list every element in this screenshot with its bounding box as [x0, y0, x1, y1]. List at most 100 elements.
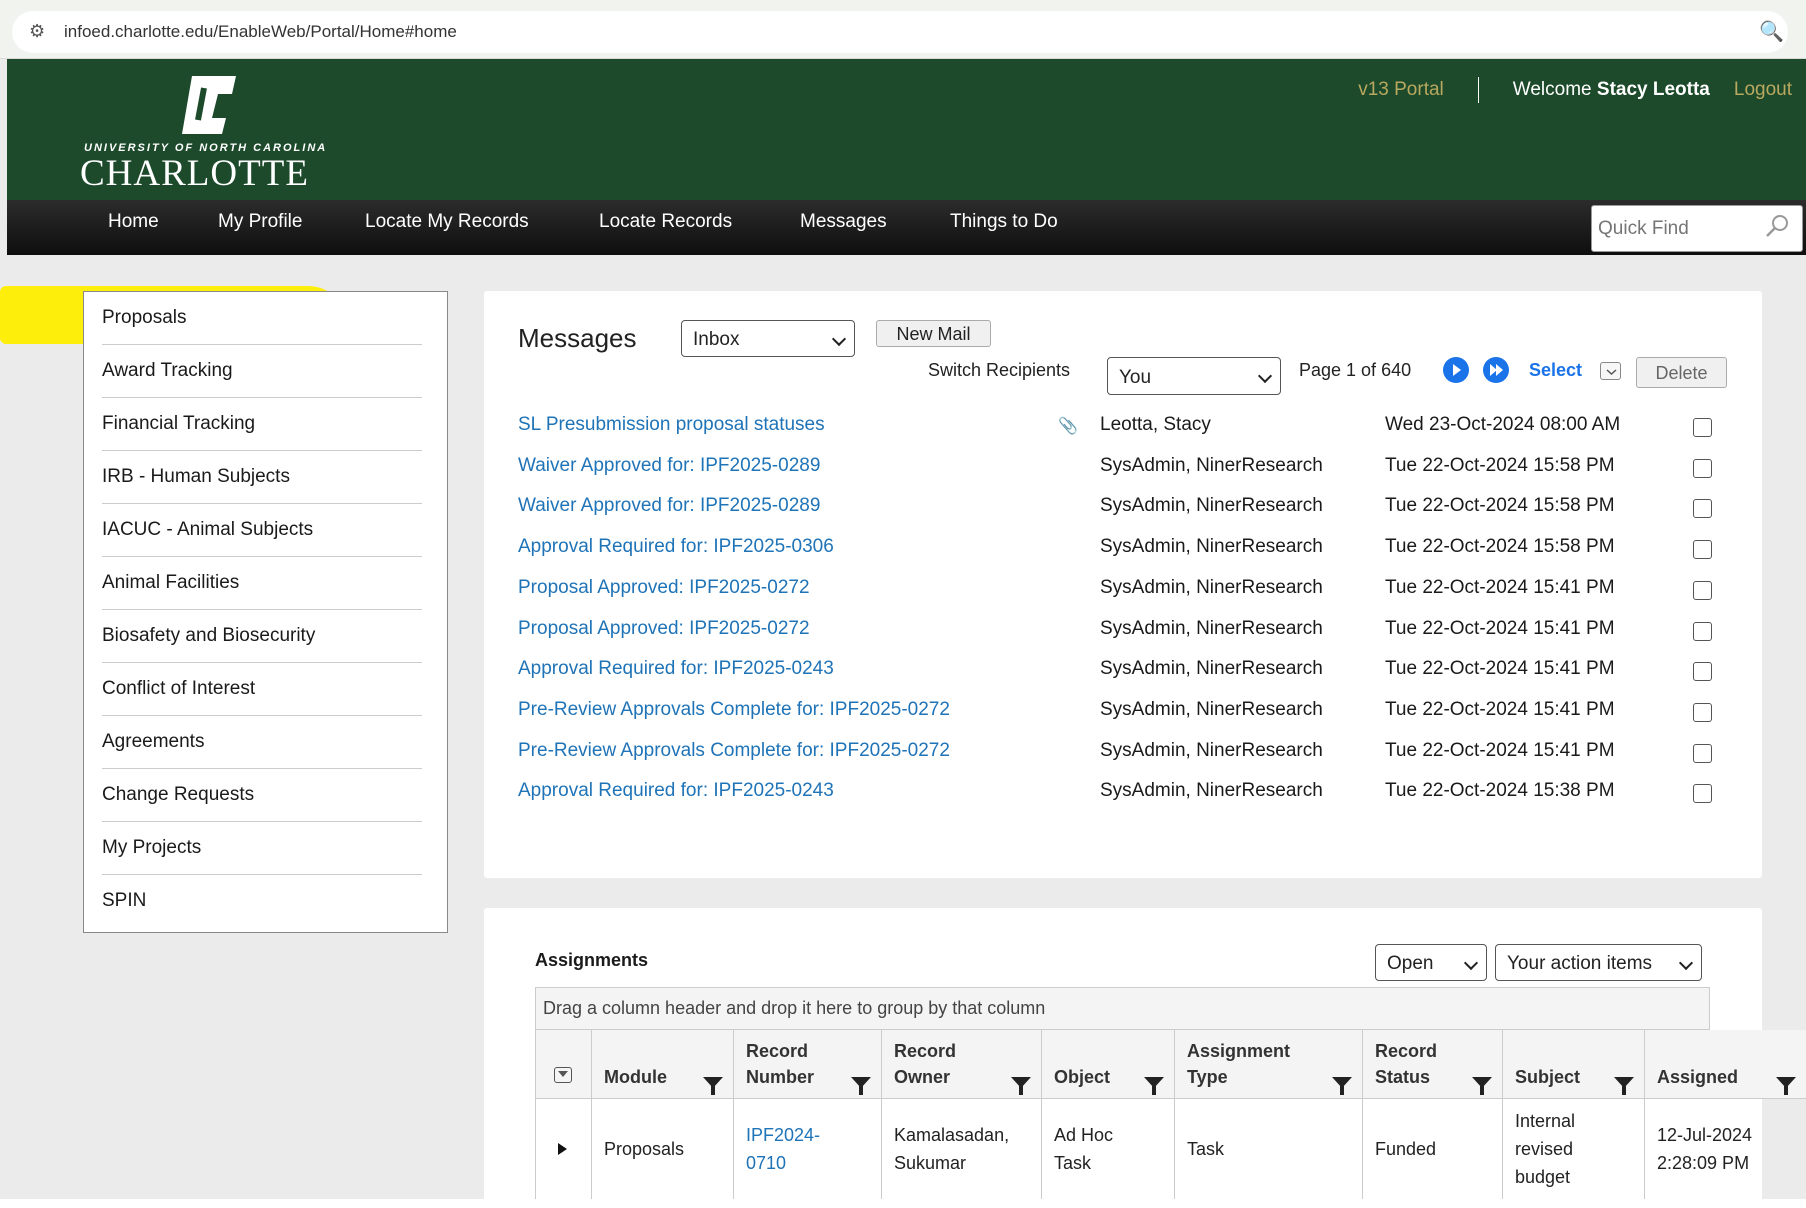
url-text[interactable]: infoed.charlotte.edu/EnableWeb/Portal/Ho… — [64, 22, 457, 42]
message-date: Tue 22-Oct-2024 15:58 PM — [1385, 536, 1615, 558]
filter-icon[interactable] — [1472, 1077, 1492, 1095]
filter-icon[interactable] — [703, 1077, 723, 1095]
column-header-object[interactable]: Object — [1042, 1030, 1175, 1099]
filter-icon[interactable] — [1332, 1077, 1352, 1095]
unc-charlotte-logo[interactable]: UNIVERSITY OF NORTH CAROLINA CHARLOTTE — [80, 74, 340, 194]
sidebar-item-my-projects[interactable]: My Projects — [102, 822, 422, 875]
message-subject-link[interactable]: Approval Required for: IPF2025-0243 — [518, 780, 834, 802]
message-subject-link[interactable]: Pre-Review Approvals Complete for: IPF20… — [518, 740, 950, 762]
expand-menu-icon[interactable] — [554, 1067, 572, 1083]
message-checkbox[interactable] — [1693, 784, 1712, 804]
sidebar-item-irb[interactable]: IRB - Human Subjects — [102, 451, 422, 504]
filter-icon[interactable] — [1011, 1077, 1031, 1095]
site-settings-icon[interactable]: ⚙ — [29, 21, 45, 42]
column-header-label: Record Owner — [894, 1041, 957, 1087]
delete-button[interactable]: Delete — [1636, 357, 1727, 388]
message-row[interactable]: Approval Required for: IPF2025-0243 SysAd… — [518, 780, 1718, 810]
browser-address-bar: ⚙ infoed.charlotte.edu/EnableWeb/Portal/… — [0, 0, 1806, 59]
cell-assignment-type: Task — [1175, 1099, 1363, 1199]
quick-find-input[interactable] — [1592, 206, 1762, 251]
message-subject-link[interactable]: SL Presubmission proposal statuses — [518, 414, 825, 436]
message-checkbox[interactable] — [1693, 702, 1712, 722]
message-checkbox[interactable] — [1693, 418, 1712, 437]
message-checkbox[interactable] — [1693, 458, 1712, 478]
column-header-label: Module — [604, 1067, 667, 1087]
record-number-link[interactable]: IPF2024- 0710 — [746, 1121, 820, 1177]
message-checkbox[interactable] — [1693, 580, 1712, 600]
nav-home[interactable]: Home — [108, 211, 159, 233]
search-icon[interactable] — [1762, 212, 1792, 242]
attachment-paperclip-icon: 📎 — [1058, 418, 1078, 435]
folder-select[interactable]: Inbox — [681, 320, 855, 357]
message-checkbox[interactable] — [1693, 662, 1712, 682]
chevron-down-icon — [1257, 368, 1273, 384]
message-row[interactable]: Approval Required for: IPF2025-0243 SysAd… — [518, 658, 1718, 688]
message-row[interactable]: Approval Required for: IPF2025-0306 SysAd… — [518, 536, 1718, 566]
message-row[interactable]: Pre-Review Approvals Complete for: IPF20… — [518, 699, 1718, 729]
nav-things-to-do[interactable]: Things to Do — [950, 211, 1058, 233]
select-dropdown-icon[interactable] — [1600, 362, 1621, 380]
group-by-dropzone[interactable]: Drag a column header and drop it here to… — [535, 987, 1710, 1030]
message-subject-link[interactable]: Proposal Approved: IPF2025-0272 — [518, 618, 810, 640]
message-subject-link[interactable]: Pre-Review Approvals Complete for: IPF20… — [518, 699, 950, 721]
message-subject-link[interactable]: Waiver Approved for: IPF2025-0289 — [518, 495, 820, 517]
logout-link[interactable]: Logout — [1734, 79, 1792, 100]
message-row[interactable]: Proposal Approved: IPF2025-0272 SysAdmin,… — [518, 618, 1718, 648]
column-header-record-number[interactable]: Record Number — [734, 1030, 882, 1099]
sidebar-item-conflict-of-interest[interactable]: Conflict of Interest — [102, 663, 422, 716]
message-subject-link[interactable]: Proposal Approved: IPF2025-0272 — [518, 577, 810, 599]
recipient-select[interactable]: You — [1107, 357, 1281, 395]
nav-locate-records[interactable]: Locate Records — [599, 211, 732, 233]
message-sender: SysAdmin, NinerResearch — [1100, 780, 1323, 802]
nav-locate-my-records[interactable]: Locate My Records — [365, 211, 529, 233]
sidebar-item-award-tracking[interactable]: Award Tracking — [102, 345, 422, 398]
message-checkbox[interactable] — [1693, 499, 1712, 519]
column-header-record-owner[interactable]: Record Owner — [882, 1030, 1042, 1099]
last-page-icon[interactable] — [1483, 357, 1509, 383]
filter-icon[interactable] — [1614, 1077, 1634, 1095]
column-header-assigned[interactable]: Assigned — [1645, 1030, 1806, 1099]
column-header-subject[interactable]: Subject — [1503, 1030, 1645, 1099]
message-checkbox[interactable] — [1693, 743, 1712, 763]
message-sender: SysAdmin, NinerResearch — [1100, 536, 1323, 558]
filter-icon[interactable] — [1776, 1077, 1796, 1095]
column-header-module[interactable]: Module — [592, 1030, 734, 1099]
next-page-icon[interactable] — [1443, 357, 1469, 383]
message-subject-link[interactable]: Approval Required for: IPF2025-0243 — [518, 658, 834, 680]
sidebar-item-agreements[interactable]: Agreements — [102, 716, 422, 769]
scope-filter-select[interactable]: Your action items — [1495, 944, 1702, 981]
expand-row-icon[interactable] — [558, 1143, 567, 1155]
message-row[interactable]: SL Presubmission proposal statuses 📎 Leott… — [518, 414, 1718, 444]
message-checkbox[interactable] — [1693, 540, 1712, 560]
sidebar-item-change-requests[interactable]: Change Requests — [102, 769, 422, 822]
v13-portal-link[interactable]: v13 Portal — [1358, 79, 1444, 100]
sidebar-item-spin[interactable]: SPIN — [102, 875, 422, 928]
message-row[interactable]: Proposal Approved: IPF2025-0272 SysAdmin,… — [518, 577, 1718, 607]
sidebar-item-financial-tracking[interactable]: Financial Tracking — [102, 398, 422, 451]
zoom-icon[interactable]: 🔍 — [1759, 19, 1784, 44]
row-expand-cell[interactable] — [536, 1099, 592, 1199]
message-row[interactable]: Waiver Approved for: IPF2025-0289 SysAdmi… — [518, 455, 1718, 485]
message-row[interactable]: Pre-Review Approvals Complete for: IPF20… — [518, 740, 1718, 770]
select-menu[interactable]: Select — [1529, 360, 1582, 381]
new-mail-button[interactable]: New Mail — [876, 320, 991, 347]
column-header-label: Record Status — [1375, 1041, 1438, 1087]
assignments-title: Assignments — [535, 950, 649, 970]
column-header-record-status[interactable]: Record Status — [1363, 1030, 1503, 1099]
sidebar-item-biosafety[interactable]: Biosafety and Biosecurity — [102, 610, 422, 663]
expand-column-header[interactable] — [536, 1030, 592, 1099]
message-subject-link[interactable]: Waiver Approved for: IPF2025-0289 — [518, 455, 820, 477]
status-filter-select[interactable]: Open — [1375, 944, 1487, 981]
sidebar-item-iacuc[interactable]: IACUC - Animal Subjects — [102, 504, 422, 557]
message-checkbox[interactable] — [1693, 621, 1712, 641]
filter-icon[interactable] — [1144, 1077, 1164, 1095]
nav-my-profile[interactable]: My Profile — [218, 211, 302, 233]
message-row[interactable]: Waiver Approved for: IPF2025-0289 SysAdmi… — [518, 495, 1718, 525]
cell-record-number[interactable]: IPF2024- 0710 — [734, 1099, 882, 1199]
sidebar-item-animal-facilities[interactable]: Animal Facilities — [102, 557, 422, 610]
filter-icon[interactable] — [851, 1077, 871, 1095]
message-subject-link[interactable]: Approval Required for: IPF2025-0306 — [518, 536, 834, 558]
column-header-assignment-type[interactable]: Assignment Type — [1175, 1030, 1363, 1099]
sidebar-item-proposals[interactable]: Proposals — [102, 292, 422, 345]
nav-messages[interactable]: Messages — [800, 211, 887, 233]
